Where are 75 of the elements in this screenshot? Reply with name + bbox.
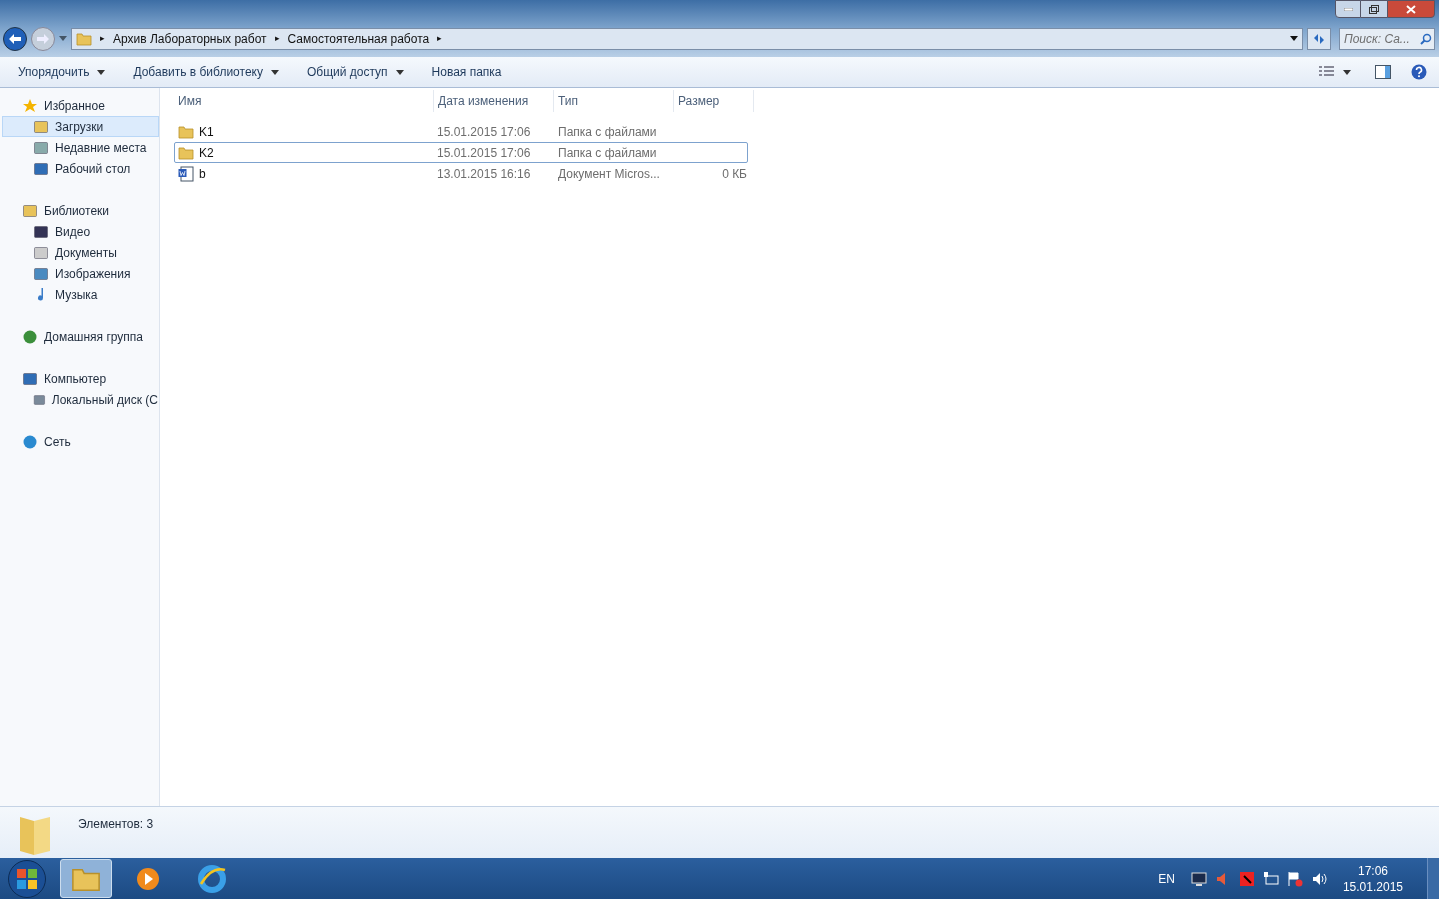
pane-icon bbox=[1375, 65, 1391, 79]
size-cell: 0 КБ bbox=[722, 166, 747, 181]
date-cell-text: 15.01.2015 17:06 bbox=[436, 144, 532, 162]
sidebar-item[interactable]: Локальный диск (C bbox=[2, 389, 159, 410]
item-count: Элементов: 3 bbox=[78, 816, 154, 833]
file-row[interactable]: K1 15.01.2015 17:06 Папка с файлами bbox=[174, 121, 748, 142]
refresh-icon bbox=[1312, 32, 1326, 45]
sidebar-item[interactable]: Видео bbox=[2, 221, 159, 242]
breadcrumb[interactable]: Архив Лабораторных работ bbox=[113, 29, 267, 48]
restore-icon bbox=[1369, 4, 1379, 14]
column-header[interactable]: Тип bbox=[554, 90, 674, 112]
date-cell-text: 13.01.2015 16:16 bbox=[436, 165, 532, 183]
sidebar-item[interactable]: Загрузки bbox=[2, 116, 159, 137]
star-icon bbox=[22, 97, 38, 114]
type-cell-text: Папка с файлами bbox=[557, 144, 658, 162]
file-name: K2 bbox=[199, 144, 214, 162]
column-header[interactable]: Дата изменения bbox=[434, 90, 554, 112]
sidebar-item[interactable]: Компьютер bbox=[2, 368, 159, 389]
arrow-right-icon bbox=[37, 33, 49, 44]
caret-icon bbox=[1290, 36, 1298, 41]
file-name: b bbox=[199, 165, 206, 183]
date-cell-text: 15.01.2015 17:06 bbox=[436, 123, 532, 141]
breadcrumb[interactable]: Самостоятельная работа bbox=[287, 29, 430, 48]
caret-icon bbox=[395, 69, 404, 75]
sidebar-item[interactable]: Избранное bbox=[2, 95, 159, 116]
flag-icon[interactable] bbox=[1286, 870, 1303, 887]
sidebar-item[interactable]: Библиотеки bbox=[2, 200, 159, 221]
windows-logo-icon bbox=[17, 868, 37, 889]
arrow-left-icon bbox=[9, 33, 21, 44]
help-icon bbox=[1411, 64, 1427, 80]
toolbar-button[interactable]: Новая папка bbox=[423, 60, 510, 84]
type-cell-text: Документ Micros... bbox=[557, 165, 661, 183]
refresh-button[interactable] bbox=[1307, 27, 1331, 50]
address-bar[interactable]: ▸ Архив Лабораторных работ ▸ Самостоятельная работа ▸ bbox=[71, 27, 1303, 50]
caret-icon bbox=[1343, 69, 1351, 75]
sidebar-item[interactable]: Изображения bbox=[2, 263, 159, 284]
sidebar-item[interactable]: Рабочий стол bbox=[2, 158, 159, 179]
caret-icon bbox=[97, 69, 106, 75]
toolbar-button[interactable]: Общий доступ bbox=[298, 60, 412, 84]
file-row[interactable]: K2 15.01.2015 17:06 Папка с файлами bbox=[174, 142, 748, 163]
back-button[interactable] bbox=[3, 26, 27, 51]
caret-icon bbox=[59, 36, 67, 41]
caret-icon bbox=[270, 69, 279, 75]
clock-date: 15.01.2015 bbox=[1342, 878, 1403, 895]
sidebar-item[interactable]: Сеть bbox=[2, 431, 159, 452]
breadcrumb-separator[interactable]: ▸ bbox=[437, 31, 443, 46]
column-header[interactable]: Размер bbox=[674, 90, 754, 112]
breadcrumb-separator[interactable]: ▸ bbox=[274, 31, 280, 46]
clock[interactable]: 17:06 15.01.2015 bbox=[1342, 862, 1403, 895]
column-header[interactable]: Имя bbox=[174, 90, 434, 112]
file-name: K1 bbox=[199, 123, 214, 141]
search-field[interactable]: Поиск: Са... bbox=[1339, 27, 1435, 50]
close-button[interactable] bbox=[1387, 0, 1435, 18]
taskbar-browser-button[interactable] bbox=[196, 862, 228, 895]
file-row[interactable]: b 13.01.2015 16:16 Документ Micros... 0 КБ bbox=[174, 163, 748, 184]
sidebar-item[interactable]: Домашняя группа bbox=[2, 326, 159, 347]
minimize-button[interactable] bbox=[1335, 0, 1361, 18]
maximize-button[interactable] bbox=[1361, 0, 1387, 18]
play-icon bbox=[136, 866, 160, 891]
sidebar-item[interactable]: Документы bbox=[2, 242, 159, 263]
details-view-icon bbox=[1319, 66, 1335, 78]
browser-e-icon bbox=[197, 863, 227, 894]
toolbar-button[interactable]: Упорядочить bbox=[10, 60, 114, 84]
language-indicator[interactable]: EN bbox=[1158, 869, 1175, 888]
breadcrumb-separator[interactable]: ▸ bbox=[100, 31, 105, 46]
search-icon bbox=[1420, 32, 1432, 45]
start-button[interactable] bbox=[8, 859, 46, 898]
sidebar-item[interactable]: Недавние места bbox=[2, 137, 159, 158]
network-icon[interactable] bbox=[1262, 870, 1279, 887]
type-cell-text: Папка с файлами bbox=[557, 123, 658, 141]
clock-time: 17:06 bbox=[1357, 862, 1388, 879]
minimize-icon bbox=[1343, 7, 1353, 11]
close-icon bbox=[1406, 4, 1416, 14]
sidebar-item[interactable]: Музыка bbox=[2, 284, 159, 305]
toolbar-button[interactable]: Добавить в библиотеку bbox=[125, 60, 287, 84]
